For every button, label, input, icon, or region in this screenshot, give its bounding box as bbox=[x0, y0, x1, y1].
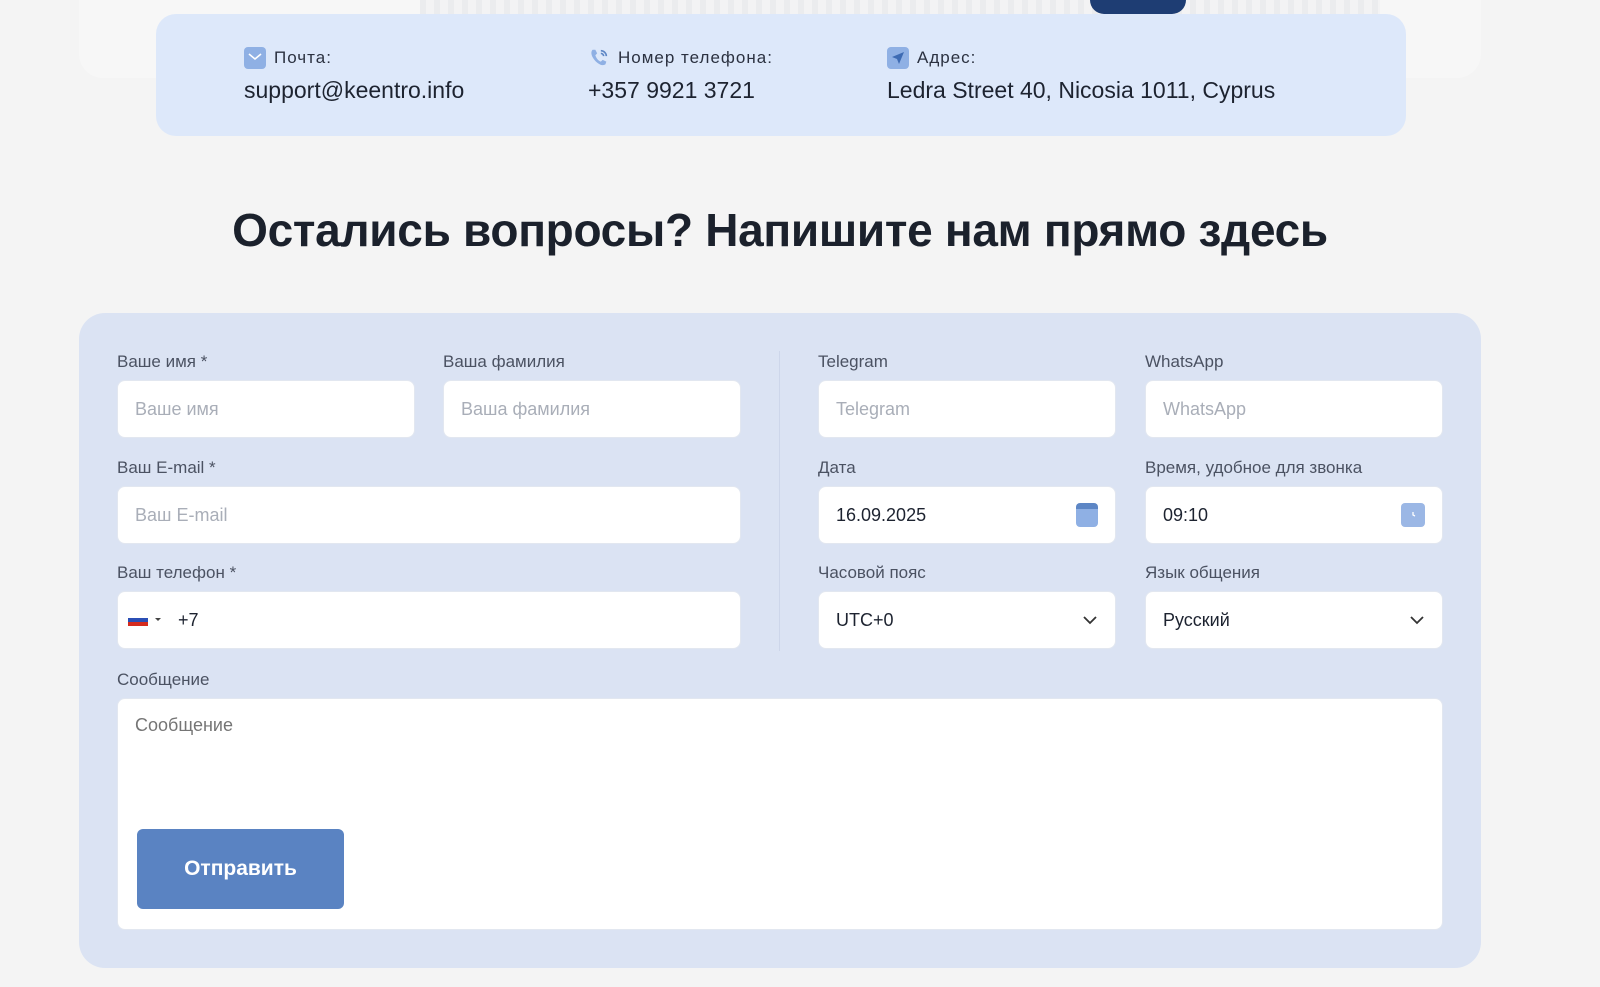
email-input[interactable] bbox=[135, 504, 723, 526]
last-name-label: Ваша фамилия bbox=[443, 352, 565, 371]
contact-phone-value[interactable]: +357 9921 3721 bbox=[588, 77, 773, 104]
form-divider bbox=[779, 351, 780, 651]
whatsapp-input[interactable] bbox=[1163, 398, 1425, 420]
date-value[interactable]: 16.09.2025 bbox=[836, 505, 1076, 526]
contact-mail-label: Почта: bbox=[274, 48, 332, 67]
contact-address-label: Адрес: bbox=[917, 48, 977, 67]
phone-input-value[interactable]: +7 bbox=[178, 610, 723, 631]
time-field[interactable]: 09:10 bbox=[1145, 486, 1443, 544]
chevron-down-icon[interactable] bbox=[1082, 615, 1098, 625]
first-name-input[interactable] bbox=[135, 398, 397, 420]
section-title: Остались вопросы? Напишите нам прямо зде… bbox=[232, 204, 1328, 256]
telegram-field[interactable] bbox=[818, 380, 1116, 438]
whatsapp-label: WhatsApp bbox=[1145, 352, 1224, 371]
submit-button[interactable]: Отправить bbox=[137, 829, 344, 909]
contact-phone: Номер телефона: +357 9921 3721 bbox=[588, 45, 773, 104]
first-name-label: Ваше имя * bbox=[117, 352, 208, 371]
calendar-icon[interactable] bbox=[1076, 503, 1098, 527]
contact-mail-value[interactable]: support@keentro.info bbox=[244, 77, 464, 104]
last-name-field[interactable] bbox=[443, 380, 741, 438]
decorative-banner bbox=[420, 0, 1380, 14]
language-value[interactable]: Русский bbox=[1163, 610, 1409, 631]
telegram-input[interactable] bbox=[836, 398, 1098, 420]
language-label: Язык общения bbox=[1145, 563, 1260, 582]
time-label: Время, удобное для звонка bbox=[1145, 458, 1363, 477]
contact-address-value: Ledra Street 40, Nicosia 1011, Cyprus bbox=[887, 77, 1276, 103]
russia-flag-icon[interactable] bbox=[128, 613, 148, 627]
contact-phone-label: Номер телефона: bbox=[618, 48, 773, 67]
date-field[interactable]: 16.09.2025 bbox=[818, 486, 1116, 544]
mail-icon bbox=[244, 47, 266, 69]
contact-address: Адрес: Ledra Street 40, Nicosia 1011, Cy… bbox=[887, 45, 1275, 104]
chevron-down-icon[interactable] bbox=[1409, 615, 1425, 625]
email-label: Ваш E-mail * bbox=[117, 458, 216, 477]
telegram-label: Telegram bbox=[818, 352, 888, 371]
country-dropdown-icon[interactable] bbox=[154, 617, 162, 623]
whatsapp-field[interactable] bbox=[1145, 380, 1443, 438]
contact-bar: Почта: support@keentro.info Номер телефо… bbox=[156, 14, 1406, 136]
phone-icon bbox=[588, 47, 610, 69]
phone-field[interactable]: +7 bbox=[117, 591, 741, 649]
message-label: Сообщение bbox=[117, 670, 210, 689]
email-field[interactable] bbox=[117, 486, 741, 544]
clock-icon[interactable] bbox=[1401, 503, 1425, 527]
time-value[interactable]: 09:10 bbox=[1163, 505, 1401, 526]
first-name-field[interactable] bbox=[117, 380, 415, 438]
contact-mail: Почта: support@keentro.info bbox=[244, 45, 464, 104]
decorative-shape bbox=[1090, 0, 1186, 14]
timezone-select[interactable]: UTC+0 bbox=[818, 591, 1116, 649]
message-textarea[interactable] bbox=[135, 715, 1425, 795]
last-name-input[interactable] bbox=[461, 398, 723, 420]
phone-label: Ваш телефон * bbox=[117, 563, 237, 582]
location-arrow-icon bbox=[887, 47, 909, 69]
timezone-value[interactable]: UTC+0 bbox=[836, 610, 1082, 631]
timezone-label: Часовой пояс bbox=[818, 563, 926, 582]
language-select[interactable]: Русский bbox=[1145, 591, 1443, 649]
date-label: Дата bbox=[818, 458, 856, 477]
